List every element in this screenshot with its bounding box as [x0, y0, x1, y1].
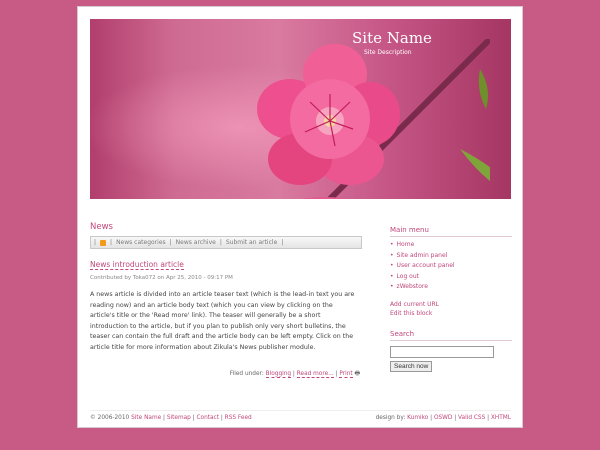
valid-css-link[interactable]: Valid CSS [458, 415, 485, 421]
separator: | [94, 239, 97, 246]
main-menu: Home Site admin panel User account panel… [390, 240, 512, 293]
separator: | [110, 239, 113, 246]
sidebar: Main menu Home Site admin panel User acc… [390, 226, 512, 373]
add-url-link[interactable]: Add current URL [390, 300, 512, 309]
separator: | [169, 239, 172, 246]
article-footer: Filed under: Blogging | Read more... | P… [229, 370, 360, 378]
rss-icon[interactable] [100, 239, 107, 246]
header-banner: Site Name Site Description [90, 19, 511, 199]
footer-credits: design by: Kumiko | OSWD | Valid CSS | X… [375, 415, 511, 421]
site-description: Site Description [364, 49, 412, 56]
menu-item-logout[interactable]: Log out [390, 272, 512, 283]
search-button[interactable]: Search now [390, 361, 433, 373]
designer-link[interactable]: Kumiko [407, 415, 428, 421]
separator: | [219, 239, 222, 246]
menu-item-home[interactable]: Home [390, 240, 512, 251]
edit-block-link[interactable]: Edit this block [390, 309, 512, 318]
footer-rss-link[interactable]: RSS Feed [225, 415, 252, 421]
xhtml-link[interactable]: XHTML [491, 415, 511, 421]
oswd-link[interactable]: OSWD [434, 415, 452, 421]
search-input[interactable] [390, 345, 494, 358]
menu-item-zwebstore[interactable]: zWebstore [390, 282, 512, 293]
section-title: News [90, 222, 113, 232]
submit-article-link[interactable]: Submit an article [226, 239, 277, 246]
site-name[interactable]: Site Name [352, 29, 432, 47]
main-menu-title: Main menu [390, 226, 512, 237]
filed-label: Filed under: [229, 370, 264, 377]
print-link[interactable]: Print [339, 370, 353, 378]
news-archive-link[interactable]: News archive [176, 239, 216, 246]
menu-item-user-account[interactable]: User account panel [390, 261, 512, 272]
footer-copyright: © 2006-2010 [90, 415, 130, 421]
design-by-label: design by: [375, 415, 406, 421]
separator: | [281, 239, 284, 246]
print-icon[interactable]: 🖶 [355, 371, 360, 377]
footer-contact-link[interactable]: Contact [196, 415, 219, 421]
article-title[interactable]: News introduction article [90, 260, 184, 270]
read-more-link[interactable]: Read more... [296, 370, 334, 378]
page-container: Site Name Site Description News | | News… [77, 6, 523, 428]
article-body: A news article is divided into an articl… [90, 291, 355, 351]
footer-site-name[interactable]: Site Name [131, 415, 161, 421]
menu-item-site-admin[interactable]: Site admin panel [390, 251, 512, 262]
footer: © 2006-2010 Site Name | Sitemap | Contac… [90, 410, 511, 421]
search-title: Search [390, 330, 512, 341]
news-categories-link[interactable]: News categories [116, 239, 166, 246]
flower-image [257, 39, 490, 199]
main-content: News | | News categories | News archive … [90, 222, 362, 379]
footer-sitemap-link[interactable]: Sitemap [167, 415, 191, 421]
blogging-link[interactable]: Blogging [265, 370, 292, 378]
article-meta: Contributed by Toka072 on Apr 25, 2010 -… [90, 275, 233, 281]
news-subnav: | | News categories | News archive | Sub… [90, 236, 362, 249]
